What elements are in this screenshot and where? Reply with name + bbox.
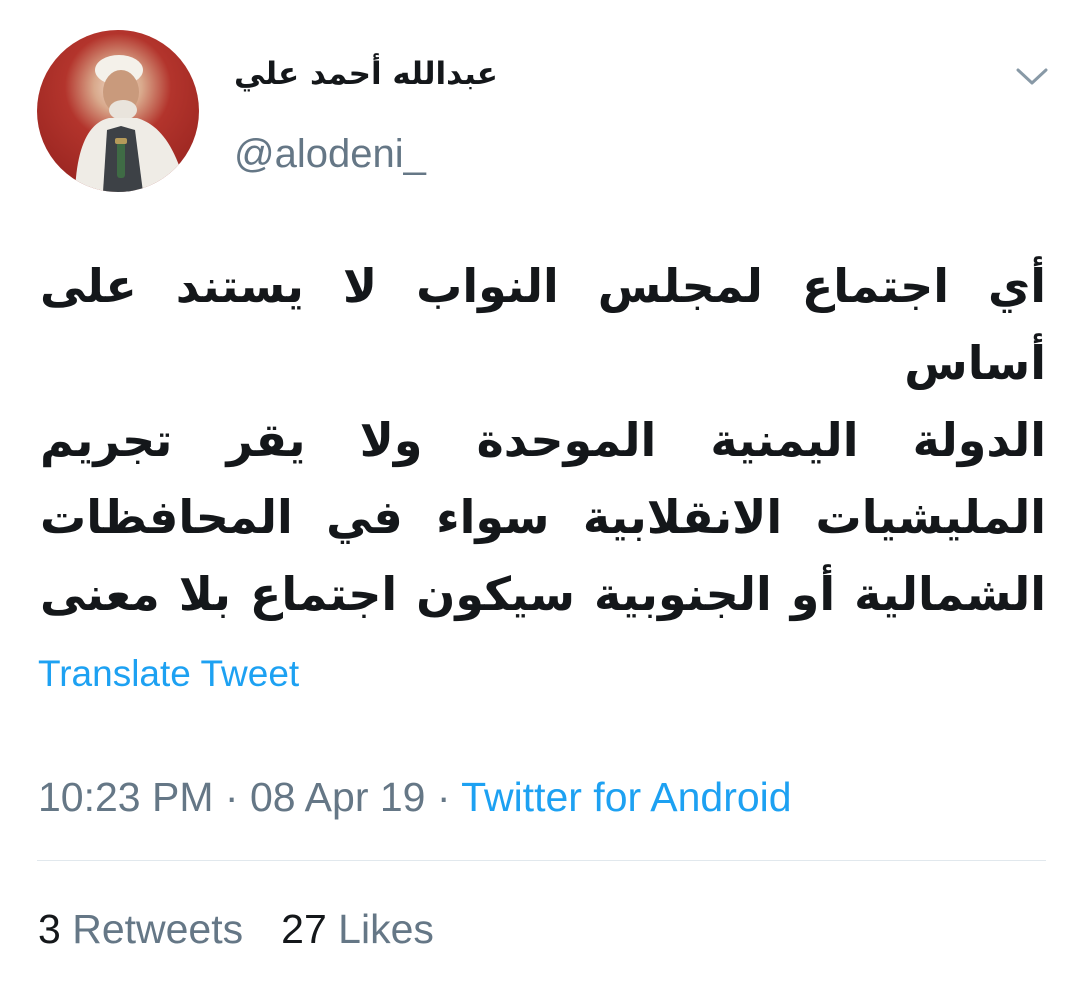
tweet-text-line: المليشيات الانقلابية سواء في المحافظات: [40, 490, 1046, 544]
retweets-stat[interactable]: 3 Retweets: [38, 906, 243, 952]
tweet-text-line: الشمالية أو الجنوبية سيكون اجتماع بلا مع…: [40, 567, 1046, 621]
author-display-name[interactable]: عبدالله أحمد علي: [234, 56, 498, 92]
retweets-count: 3: [38, 906, 61, 952]
tweet-source-link[interactable]: Twitter for Android: [461, 774, 791, 820]
avatar[interactable]: [37, 30, 199, 192]
tweet-meta: 10:23 PM · 08 Apr 19 · Twitter for Andro…: [38, 774, 792, 821]
likes-label: Likes: [338, 906, 434, 952]
retweets-label: Retweets: [72, 906, 244, 952]
tweet-stats: 3 Retweets 27 Likes: [38, 906, 434, 953]
likes-count: 27: [281, 906, 327, 952]
meta-separator: ·: [425, 774, 462, 820]
meta-separator: ·: [213, 774, 250, 820]
tweet-date: 08 Apr 19: [249, 774, 426, 820]
tweet-text-line: الدولة اليمنية الموحدة ولا يقر تجريم: [40, 413, 1046, 467]
likes-stat[interactable]: 27 Likes: [281, 906, 434, 952]
tweet-text-line: أي اجتماع لمجلس النواب لا يستند على أساس: [40, 259, 1046, 390]
tweet-text: أي اجتماع لمجلس النواب لا يستند على أساس…: [40, 248, 1046, 633]
tweet-time: 10:23 PM: [38, 774, 214, 820]
translate-tweet-link[interactable]: Translate Tweet: [38, 653, 299, 695]
divider: [37, 860, 1046, 861]
chevron-down-icon[interactable]: [1014, 64, 1050, 88]
author-handle[interactable]: @alodeni_: [234, 132, 426, 177]
